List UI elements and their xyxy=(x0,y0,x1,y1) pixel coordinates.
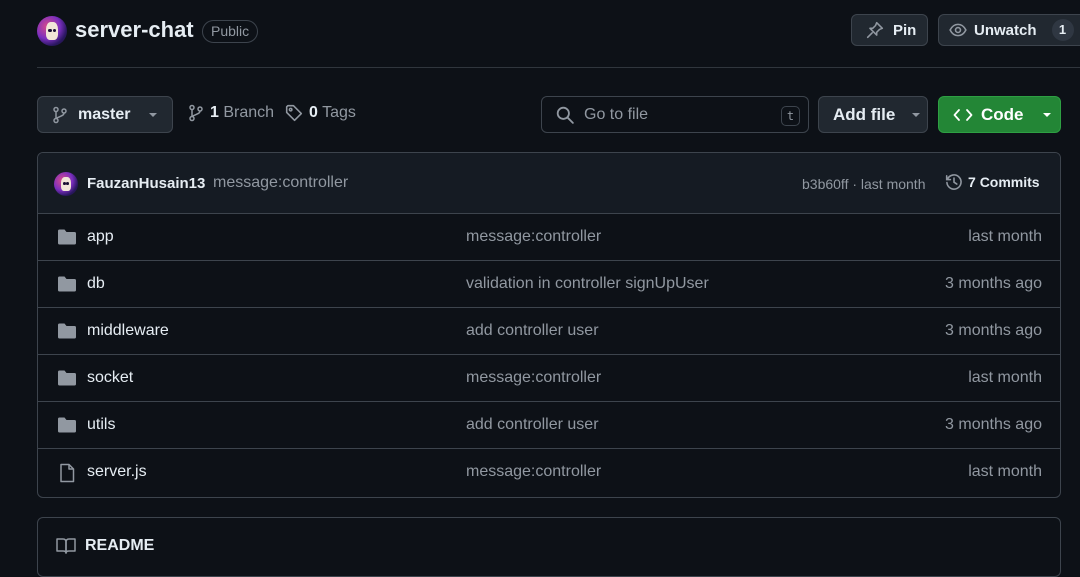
tags-link[interactable]: 0 Tags xyxy=(285,104,356,122)
branch-count: 1 xyxy=(210,104,219,121)
file-commit-message[interactable]: validation in controller signUpUser xyxy=(466,275,709,293)
file-table: FauzanHusain13 message:controller b3b60f… xyxy=(37,152,1061,498)
file-row[interactable]: socket message:controller last month xyxy=(38,355,1060,402)
caret-down-icon xyxy=(148,110,158,120)
add-file-label: Add file xyxy=(833,104,896,124)
file-commit-date: 3 months ago xyxy=(945,416,1042,433)
go-to-file-input[interactable] xyxy=(584,105,774,124)
commits-word: Commits xyxy=(979,174,1040,190)
code-label: Code xyxy=(981,104,1024,124)
branch-word: Branch xyxy=(223,104,275,121)
file-commit-message[interactable]: add controller user xyxy=(466,322,599,340)
eye-icon xyxy=(949,21,967,39)
pin-icon xyxy=(866,21,884,39)
file-name[interactable]: middleware xyxy=(87,322,169,340)
repo-name[interactable]: server-chat xyxy=(75,17,194,43)
go-to-file-search[interactable]: t xyxy=(541,96,809,133)
tag-count: 0 xyxy=(309,104,318,121)
file-commit-date: last month xyxy=(968,369,1042,386)
tag-word: Tags xyxy=(322,104,356,121)
git-branch-icon xyxy=(52,106,68,124)
file-commit-date: 3 months ago xyxy=(945,322,1042,339)
file-commit-date: last month xyxy=(968,463,1042,480)
file-name[interactable]: utils xyxy=(87,416,115,434)
commits-count: 7 xyxy=(968,174,976,190)
branch-select-button[interactable]: master xyxy=(37,96,173,133)
owner-avatar[interactable] xyxy=(37,16,67,46)
readme-title: README xyxy=(85,537,155,554)
commit-author[interactable]: FauzanHusain13 xyxy=(87,175,205,192)
pin-label: Pin xyxy=(893,21,917,39)
branches-link[interactable]: 1 Branch xyxy=(188,104,274,122)
file-row[interactable]: server.js message:controller last month xyxy=(38,449,1060,496)
code-icon xyxy=(953,107,973,123)
repo-header: server-chat Public Pin Unwatch 1 xyxy=(0,0,1080,68)
latest-commit-bar: FauzanHusain13 message:controller b3b60f… xyxy=(38,153,1060,214)
file-commit-message[interactable]: message:controller xyxy=(466,369,601,387)
file-commit-message[interactable]: message:controller xyxy=(466,228,601,246)
file-commit-message[interactable]: message:controller xyxy=(466,463,601,481)
add-file-button[interactable]: Add file xyxy=(818,96,928,133)
caret-down-icon xyxy=(911,110,921,120)
commit-hash-time[interactable]: b3b60ff · last month xyxy=(802,176,925,192)
file-name[interactable]: app xyxy=(87,228,114,246)
folder-icon xyxy=(57,369,77,387)
commit-author-avatar[interactable] xyxy=(54,172,78,196)
file-name[interactable]: db xyxy=(87,275,105,293)
file-row[interactable]: db validation in controller signUpUser 3… xyxy=(38,261,1060,308)
file-row[interactable]: middleware add controller user 3 months … xyxy=(38,308,1060,355)
pin-button[interactable]: Pin xyxy=(851,14,928,46)
commits-history-link[interactable]: 7 Commits xyxy=(945,173,1040,191)
file-commit-date: last month xyxy=(968,228,1042,245)
search-shortcut-key: t xyxy=(781,106,800,126)
code-button[interactable]: Code xyxy=(938,96,1061,133)
search-icon xyxy=(556,106,574,124)
caret-down-icon xyxy=(1042,110,1052,120)
header-divider xyxy=(37,67,1080,68)
tag-icon xyxy=(285,104,303,122)
folder-icon xyxy=(57,275,77,293)
book-icon xyxy=(56,537,76,555)
readme-panel: README xyxy=(37,517,1061,577)
file-commit-date: 3 months ago xyxy=(945,275,1042,292)
history-icon xyxy=(945,173,963,191)
file-name[interactable]: socket xyxy=(87,369,133,387)
visibility-badge: Public xyxy=(202,20,259,43)
file-icon xyxy=(57,463,77,483)
folder-icon xyxy=(57,322,77,340)
git-branch-icon xyxy=(188,104,204,122)
folder-icon xyxy=(57,228,77,246)
unwatch-label: Unwatch xyxy=(974,21,1037,39)
file-commit-message[interactable]: add controller user xyxy=(466,416,599,434)
folder-icon xyxy=(57,416,77,434)
watch-count: 1 xyxy=(1051,19,1074,41)
unwatch-button[interactable]: Unwatch 1 xyxy=(938,14,1080,46)
file-row[interactable]: app message:controller last month xyxy=(38,214,1060,261)
file-row[interactable]: utils add controller user 3 months ago xyxy=(38,402,1060,449)
branch-name: master xyxy=(78,105,131,123)
file-name[interactable]: server.js xyxy=(87,463,147,481)
readme-tab[interactable]: README xyxy=(56,537,154,555)
commit-message[interactable]: message:controller xyxy=(213,174,348,192)
